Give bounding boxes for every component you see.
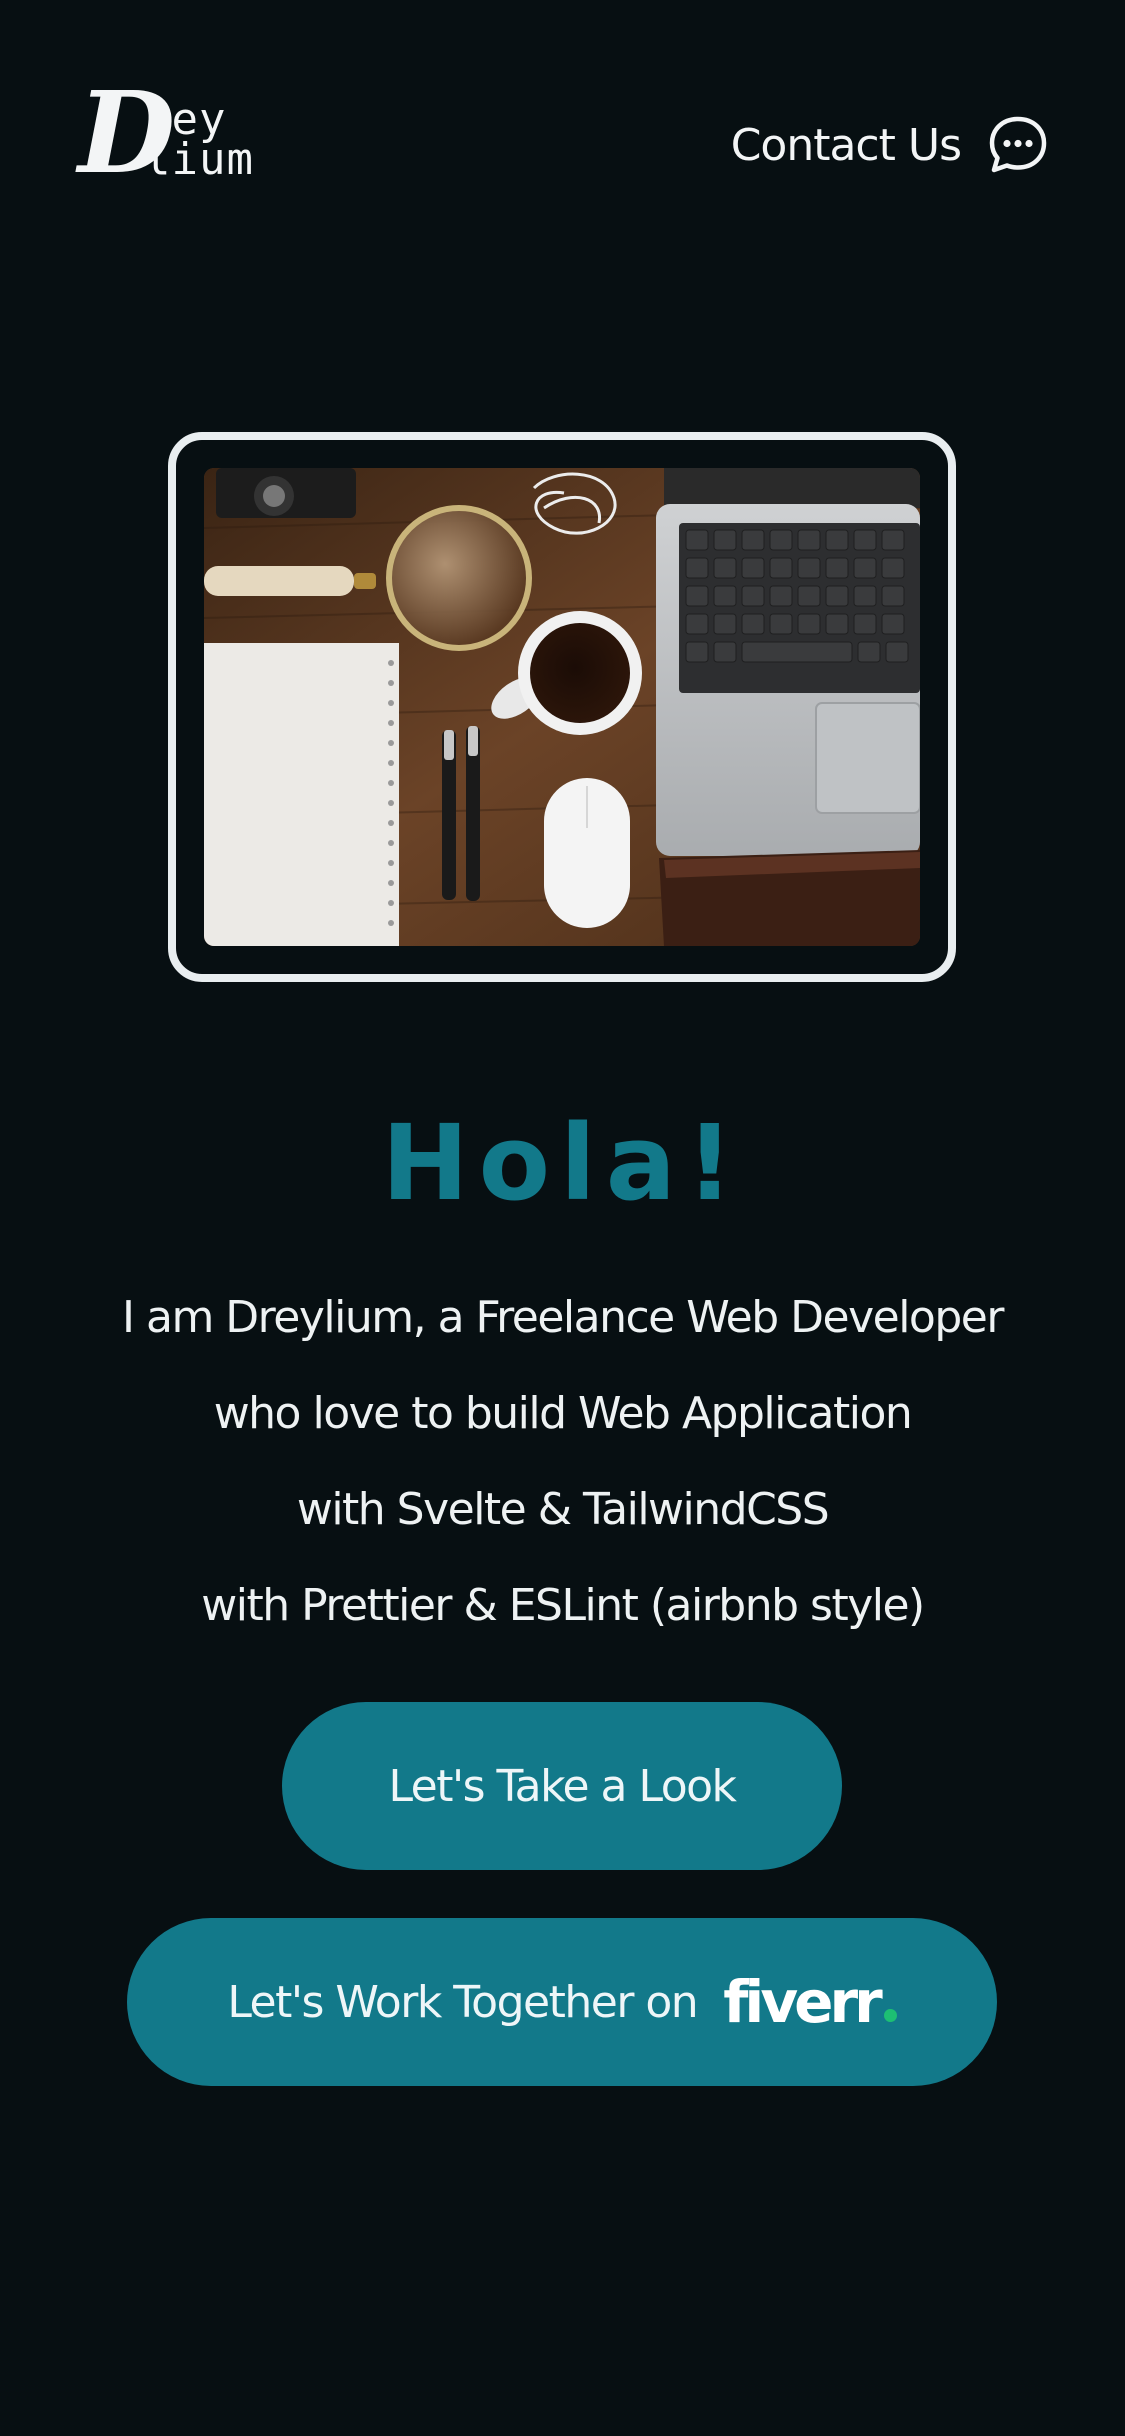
logo-line-bottom: lium — [144, 134, 254, 185]
dreylium-logo[interactable]: D rey lium — [78, 78, 288, 192]
bio-line: with Svelte & TailwindCSS — [296, 1484, 830, 1535]
desk-illustration — [204, 468, 920, 946]
chat-bubble-icon — [989, 116, 1047, 173]
bio-line: I am Dreylium, a Freelance Web Developer — [122, 1292, 1004, 1343]
take-a-look-button[interactable]: Let's Take a Look — [282, 1702, 842, 1870]
greeting-heading: Hola! — [381, 1102, 744, 1224]
bio-line: with Prettier & ESLint (airbnb style) — [201, 1580, 925, 1631]
site-header: D rey lium Contact Us — [0, 0, 1125, 290]
hero-image-frame — [168, 432, 956, 982]
bio-text: I am Dreylium, a Freelance Web Developer… — [0, 1270, 1125, 1654]
contact-us-link[interactable]: Contact Us — [731, 110, 1049, 180]
fiverr-wordmark: fiverr — [723, 1968, 882, 2036]
work-together-label: Let's Work Together on — [227, 1976, 698, 2028]
contact-us-label: Contact Us — [730, 119, 962, 171]
fiverr-logo-icon: fiverr — [723, 1968, 897, 2036]
fiverr-dot-icon — [883, 2009, 897, 2022]
bio-line: who love to build Web Application — [213, 1388, 913, 1439]
take-a-look-label: Let's Take a Look — [388, 1760, 737, 1812]
desk-workspace-photo — [204, 468, 920, 946]
work-together-fiverr-button[interactable]: Let's Work Together on fiverr — [127, 1918, 997, 2086]
